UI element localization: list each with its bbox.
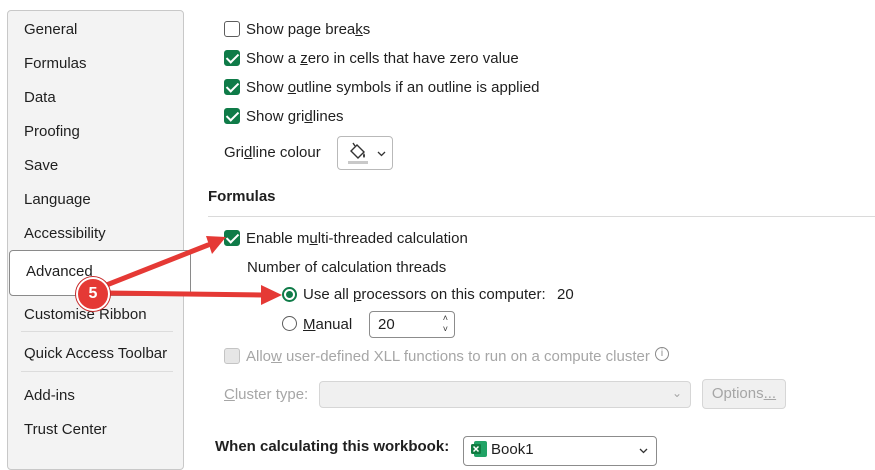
cluster-type-label: Cluster type:	[224, 386, 309, 403]
section-divider	[208, 216, 875, 217]
sidebar-item-general[interactable]: General	[24, 21, 77, 38]
options-sidebar: General Formulas Data Proofing Save Lang…	[7, 10, 191, 470]
gridline-colour-picker[interactable]	[337, 136, 393, 170]
sidebar-divider	[21, 331, 173, 332]
manual-threads-label: Manual	[303, 316, 353, 333]
manual-threads-stepper[interactable]: 20 ˄ ˅	[369, 311, 455, 338]
cluster-type-dropdown[interactable]: ⌄	[319, 381, 691, 408]
threads-label: Number of calculation threads	[247, 259, 447, 276]
sidebar-item-proofing[interactable]: Proofing	[24, 123, 80, 140]
show-zero-label: Show a zero in cells that have zero valu…	[246, 50, 519, 67]
info-icon[interactable]: i	[655, 347, 669, 361]
use-all-processors-radio[interactable]	[282, 287, 297, 302]
sidebar-item-label: Advanced	[26, 263, 93, 280]
stepper-arrows-icon[interactable]: ˄ ˅	[443, 313, 448, 335]
sidebar-item-formulas[interactable]: Formulas	[24, 55, 87, 72]
multithread-label: Enable multi-threaded calculation	[246, 230, 468, 247]
show-zero-checkbox[interactable]	[224, 50, 240, 66]
use-all-processors-label: Use all processors on this computer:	[303, 286, 546, 303]
show-gridlines-checkbox[interactable]	[224, 108, 240, 124]
step-badge: 5	[76, 277, 110, 311]
arrow-head	[261, 285, 282, 305]
gridline-colour-label: Gridline colour	[224, 144, 321, 161]
chevron-down-icon	[639, 448, 648, 454]
xll-cluster-checkbox[interactable]	[224, 348, 240, 364]
formulas-section-title: Formulas	[208, 188, 276, 205]
manual-threads-radio[interactable]	[282, 316, 297, 331]
show-gridlines-label: Show gridlines	[246, 108, 344, 125]
sidebar-item-quick-access-toolbar[interactable]: Quick Access Toolbar	[24, 345, 167, 362]
workbook-calc-label: When calculating this workbook:	[215, 438, 450, 455]
sidebar-item-data[interactable]: Data	[24, 89, 56, 106]
excel-icon	[471, 441, 487, 457]
show-outline-checkbox[interactable]	[224, 79, 240, 95]
xll-cluster-label: Allow user-defined XLL functions to run …	[246, 348, 650, 365]
sidebar-item-accessibility[interactable]: Accessibility	[24, 225, 106, 242]
cluster-options-button[interactable]: Options...	[702, 379, 786, 409]
arrow-head	[206, 236, 226, 254]
show-page-breaks-label: Show page breaks	[246, 21, 371, 38]
show-outline-label: Show outline symbols if an outline is ap…	[246, 79, 540, 96]
manual-threads-value: 20	[378, 316, 395, 333]
multithread-checkbox[interactable]	[224, 230, 240, 246]
workbook-dropdown[interactable]: Book1	[463, 436, 657, 466]
sidebar-item-save[interactable]: Save	[24, 157, 58, 174]
sidebar-item-add-ins[interactable]: Add-ins	[24, 387, 75, 404]
sidebar-item-language[interactable]: Language	[24, 191, 91, 208]
show-page-breaks-checkbox[interactable]	[224, 21, 240, 37]
sidebar-item-trust-center[interactable]: Trust Center	[24, 421, 107, 438]
sidebar-divider	[21, 371, 173, 372]
processor-count: 20	[557, 286, 574, 303]
paint-bucket-icon	[348, 142, 368, 164]
chevron-down-icon: ⌄	[671, 386, 682, 400]
chevron-down-icon	[377, 151, 386, 157]
